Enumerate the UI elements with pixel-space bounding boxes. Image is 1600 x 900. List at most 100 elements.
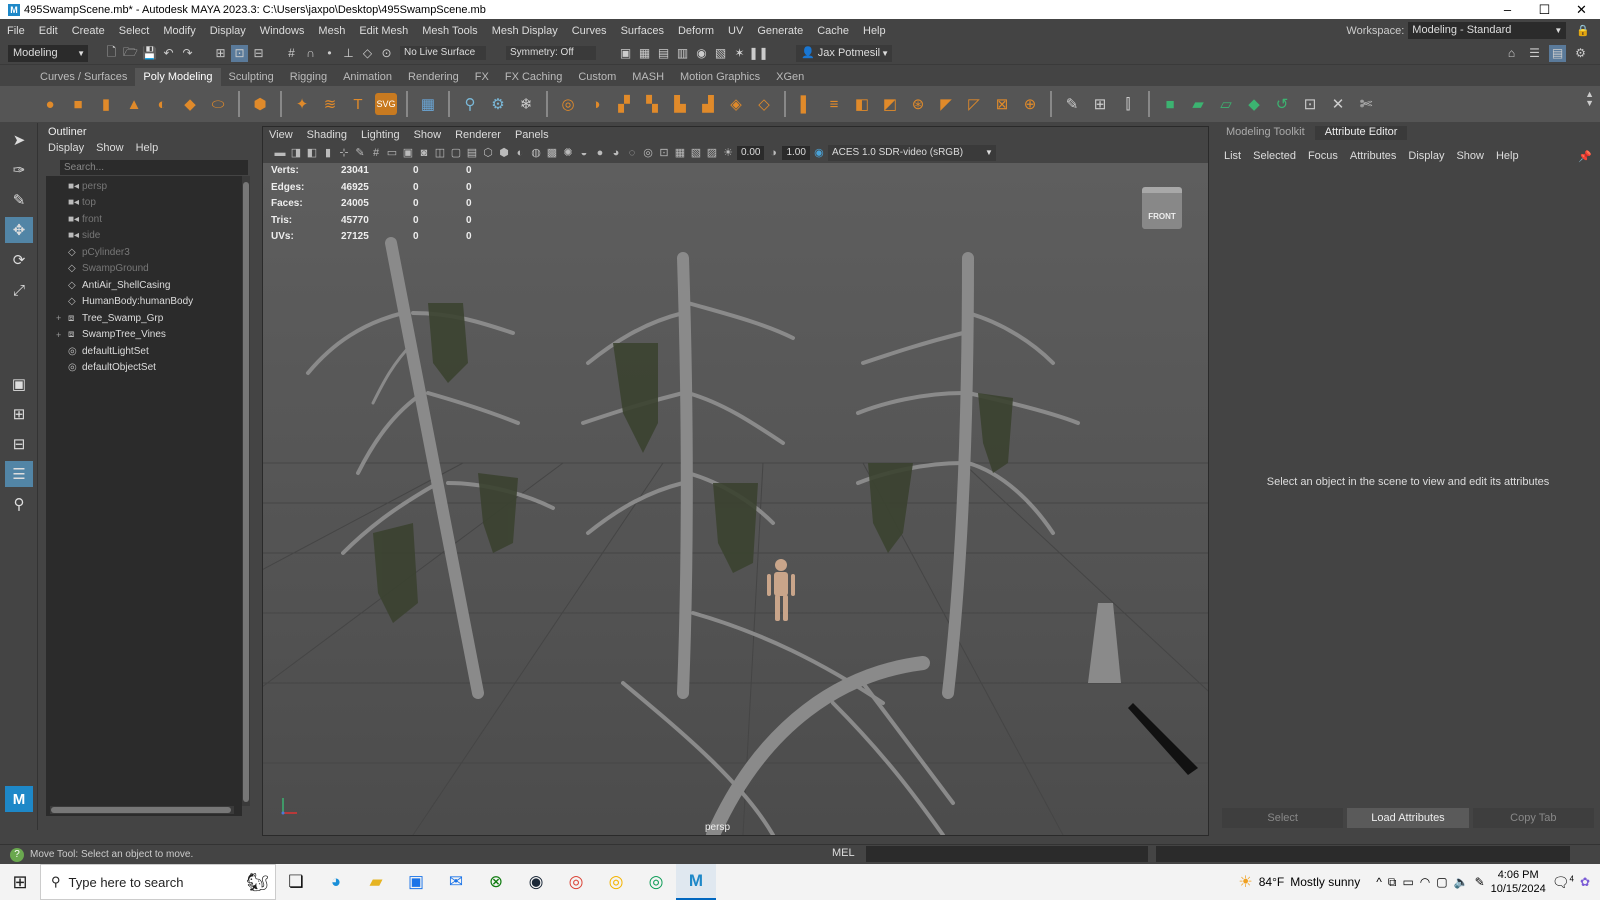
render-settings-icon[interactable]: ▥	[674, 45, 691, 62]
channel-box-icon[interactable]: ▤	[1549, 44, 1566, 62]
wireframe-icon[interactable]: ⬡	[481, 146, 495, 160]
notification-icon[interactable]: 🗨4	[1552, 874, 1574, 891]
uv-layout-icon[interactable]: ✕	[1327, 93, 1349, 115]
select-hierarchy-icon[interactable]: ⊞	[212, 45, 229, 62]
wedge-icon[interactable]: ◤	[935, 93, 957, 115]
menu-deform[interactable]: Deform	[671, 25, 721, 37]
close-button[interactable]: ✕	[1563, 2, 1600, 18]
shelf-tab-curves-surfaces[interactable]: Curves / Surfaces	[32, 68, 135, 86]
svg-tool-icon[interactable]: SVG	[375, 93, 397, 115]
bookmarks-icon[interactable]: ◧	[305, 146, 319, 160]
attr-menu-focus[interactable]: Focus	[1308, 150, 1338, 163]
maya-home-icon[interactable]: M	[5, 786, 33, 812]
menu-surfaces[interactable]: Surfaces	[614, 25, 671, 37]
xray-joints-icon[interactable]: ▨	[705, 146, 719, 160]
exposure-field[interactable]: 0.00	[737, 145, 765, 160]
weather-temp[interactable]: 84°F	[1259, 875, 1284, 889]
insert-edge-loop-icon[interactable]: ⊞	[1089, 93, 1111, 115]
menu-mesh[interactable]: Mesh	[311, 25, 352, 37]
2d-pan-zoom-icon[interactable]: ⊹	[337, 146, 351, 160]
scale-tool-icon[interactable]: ⤢	[5, 277, 33, 303]
pause-icon[interactable]: ❚❚	[748, 45, 768, 62]
snap-grid-icon[interactable]: #	[283, 45, 300, 62]
store-icon[interactable]: ▣	[396, 864, 436, 900]
bridge-edge-icon[interactable]: ≡	[823, 93, 845, 115]
attr-menu-selected[interactable]: Selected	[1253, 150, 1296, 163]
viewport-menu-panels[interactable]: Panels	[515, 129, 549, 141]
snap-point-icon[interactable]: •	[321, 45, 338, 62]
taskbar-search-box[interactable]: ⚲ Type here to search 🐿	[40, 864, 276, 900]
outliner-menu-display[interactable]: Display	[48, 142, 84, 154]
color-management-icon[interactable]: ◉	[812, 146, 826, 160]
tray-chevron-icon[interactable]: ^	[1376, 875, 1382, 889]
attr-menu-help[interactable]: Help	[1496, 150, 1519, 163]
use-all-lights-icon[interactable]: ✺	[561, 146, 575, 160]
outliner-item[interactable]: ◇ HumanBody:humanBody	[46, 294, 242, 311]
outliner-item[interactable]: + ⧈ Tree_Swamp_Grp	[46, 310, 242, 327]
shelf-scroll-icon[interactable]: ▲ ▼	[1585, 90, 1594, 108]
uv-toolkit-icon[interactable]: ✄	[1355, 93, 1377, 115]
smooth-icon[interactable]: ❄	[515, 93, 537, 115]
expand-icon[interactable]: +	[56, 330, 68, 340]
shelf-tab-rigging[interactable]: Rigging	[282, 68, 335, 86]
bevel-icon[interactable]: ◈	[725, 93, 747, 115]
snap-curve-icon[interactable]: ∩	[302, 45, 319, 62]
windows-start-icon[interactable]: ⊞	[0, 872, 40, 893]
menu-windows[interactable]: Windows	[253, 25, 312, 37]
menu-edit-mesh[interactable]: Edit Mesh	[352, 25, 415, 37]
poly-plane-icon[interactable]: ◆	[179, 93, 201, 115]
attribute-editor-toggle-icon[interactable]: ☰	[1526, 45, 1543, 62]
rotate-tool-icon[interactable]: ⟳	[5, 247, 33, 273]
outliner-horizontal-scrollbar[interactable]	[50, 806, 234, 814]
wifi-icon[interactable]: ◠	[1420, 875, 1430, 889]
copilot-icon[interactable]: ✿	[1580, 875, 1590, 889]
menu-cache[interactable]: Cache	[810, 25, 856, 37]
outliner-item[interactable]: ■◂ side	[46, 228, 242, 245]
3d-viewport-scene[interactable]: Verts: 23041 0 0 Edges: 46925 0 0 Faces: 24005 0 0 T…	[263, 163, 1208, 835]
viewport-menu-renderer[interactable]: Renderer	[455, 129, 501, 141]
shelf-tab-animation[interactable]: Animation	[335, 68, 400, 86]
field-chart-icon[interactable]: ◫	[433, 146, 447, 160]
outliner-menu-show[interactable]: Show	[96, 142, 124, 154]
tray-app-icon[interactable]: ⧉	[1388, 875, 1397, 890]
single-pane-layout-icon[interactable]: ▣	[5, 371, 33, 397]
shelf-tab-poly-modeling[interactable]: Poly Modeling	[135, 68, 221, 86]
ipr-render-icon[interactable]: ▤	[655, 45, 672, 62]
exposure-icon[interactable]: ☀	[721, 146, 735, 160]
menuset-dropdown[interactable]: Modeling	[8, 44, 88, 62]
xray-icon[interactable]: ▦	[673, 146, 687, 160]
platonic-solid-icon[interactable]: ⬢	[249, 93, 271, 115]
fill-hole-icon[interactable]: ⊛	[907, 93, 929, 115]
display-icon[interactable]: ▢	[1436, 875, 1447, 889]
shelf-tab-sculpting[interactable]: Sculpting	[221, 68, 282, 86]
select-object-icon[interactable]: ⊡	[231, 44, 248, 62]
outliner-item[interactable]: ■◂ top	[46, 195, 242, 212]
viewport-menu-show[interactable]: Show	[414, 129, 442, 141]
grease-pencil-icon[interactable]: ✎	[353, 146, 367, 160]
attr-menu-display[interactable]: Display	[1408, 150, 1444, 163]
screen-space-ao-icon[interactable]: ●	[593, 146, 607, 160]
image-plane-icon[interactable]: ▮	[321, 146, 335, 160]
multi-cut-icon[interactable]: ✎	[1061, 93, 1083, 115]
menu-uv[interactable]: UV	[721, 25, 750, 37]
live-surface-field[interactable]: No Live Surface	[400, 46, 486, 60]
tab-modeling-toolkit[interactable]: Modeling Toolkit	[1216, 126, 1315, 140]
viewport-menu-view[interactable]: View	[269, 129, 293, 141]
viewport-menu-lighting[interactable]: Lighting	[361, 129, 400, 141]
mel-label[interactable]: MEL	[832, 847, 855, 859]
lock-icon[interactable]: 🔒	[1576, 24, 1590, 37]
task-view-icon[interactable]: ❏	[276, 864, 316, 900]
outliner-item[interactable]: ◇ pCylinder3	[46, 244, 242, 261]
render-setup-icon[interactable]: ▧	[712, 45, 729, 62]
camera-select-icon[interactable]: ▬	[273, 146, 287, 160]
mail-icon[interactable]: ✉	[436, 864, 476, 900]
anti-aliasing-icon[interactable]: ◌	[625, 146, 639, 160]
isolate-select-icon[interactable]: ⊡	[657, 146, 671, 160]
edge-icon[interactable]: ◕	[316, 864, 356, 900]
offset-edge-loop-icon[interactable]: ⫿	[1117, 93, 1139, 115]
poly-cube-icon[interactable]: ■	[67, 93, 89, 115]
uv-cut-icon[interactable]: ↺	[1271, 93, 1293, 115]
outliner-item[interactable]: ◎ defaultLightSet	[46, 343, 242, 360]
camera-attributes-icon[interactable]: ◨	[289, 146, 303, 160]
xray-active-icon[interactable]: ▧	[689, 146, 703, 160]
